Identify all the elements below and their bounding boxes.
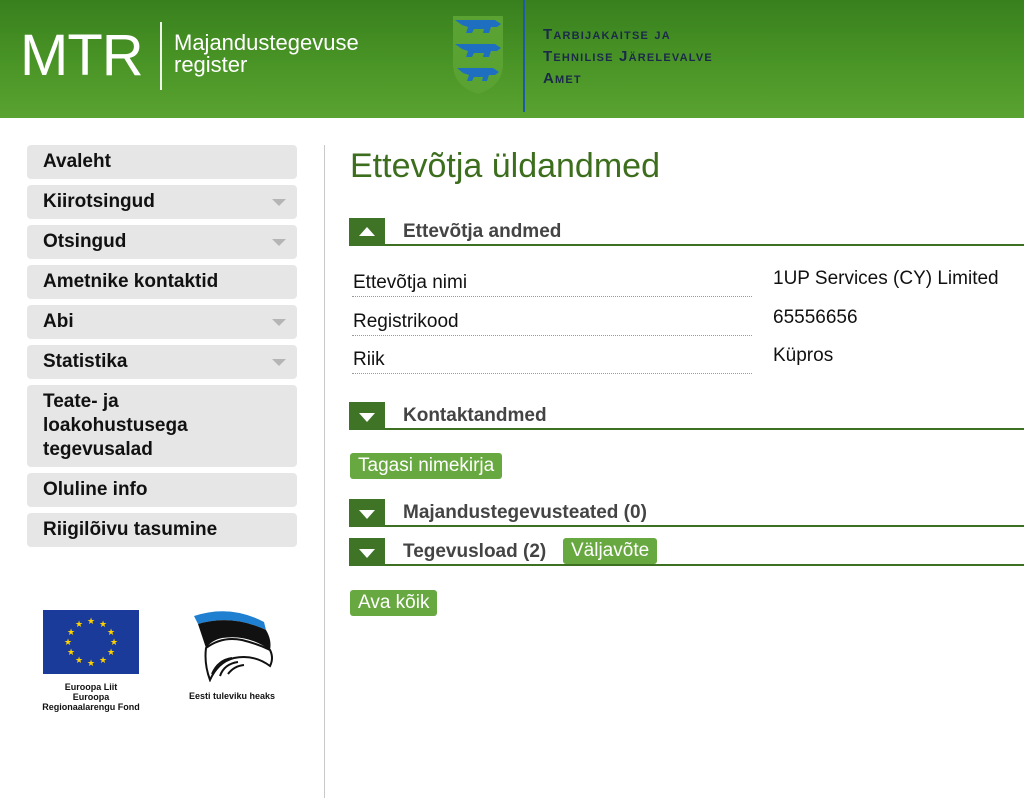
svg-text:★: ★ — [99, 620, 107, 630]
sidebar-item-label: Riigilõivu tasumine — [43, 519, 218, 540]
sidebar-item-ametnike-kontaktid[interactable]: Ametnike kontaktid — [27, 265, 297, 299]
sidebar-item-label: Statistika — [43, 351, 128, 372]
sidebar-item-abi[interactable]: Abi — [27, 305, 297, 339]
svg-text:★: ★ — [64, 638, 72, 648]
expand-toggle-button[interactable] — [349, 538, 385, 566]
field-value-company-name: 1UP Services (CY) Limited — [773, 268, 999, 289]
page-title: Ettevõtja üldandmed — [350, 147, 660, 185]
logo-subtitle: Majandustegevuse register — [174, 32, 359, 76]
field-value-registry-code: 65556656 — [773, 307, 858, 328]
sidebar-item-label: Kiirotsingud — [43, 191, 155, 212]
extract-button[interactable]: Väljavõte — [563, 538, 658, 564]
sidebar-item-riigiloivu-tasumine[interactable]: Riigilõivu tasumine — [27, 513, 297, 547]
section-kontaktandmed: Kontaktandmed — [349, 402, 1024, 430]
chevron-down-icon — [272, 199, 286, 206]
logo-subtitle-line1: Majandustegevuse — [174, 30, 359, 55]
section-tegevusload: Tegevusload (2) — [349, 538, 1024, 566]
field-label: Ettevõtja nimi — [353, 272, 468, 293]
logo-subtitle-line2: register — [174, 52, 248, 77]
agency-name-line3: Amet — [543, 70, 582, 87]
vertical-divider — [324, 145, 325, 798]
sidebar-item-avaleht[interactable]: Avaleht — [27, 145, 297, 179]
open-all-button[interactable]: Ava kõik — [350, 590, 438, 616]
section-title[interactable]: Kontaktandmed — [403, 404, 547, 428]
sidebar-item-statistika[interactable]: Statistika — [27, 345, 297, 379]
eu-caption-line3: Regionaalarengu Fond — [42, 702, 140, 712]
triangle-down-icon — [359, 549, 375, 558]
section-title[interactable]: Majandustegevusteated (0) — [403, 501, 647, 525]
agency-name[interactable]: Tarbijakaitse ja Tehnilise Järelevalve A… — [543, 24, 713, 90]
eu-flag-icon: ★ ★ ★ ★ ★ ★ ★ ★ ★ ★ ★ ★ — [43, 610, 139, 674]
eu-caption-line2: Euroopa — [72, 692, 110, 702]
agency-divider — [523, 0, 525, 112]
section-title[interactable]: Tegevusload (2) — [403, 540, 546, 564]
sidebar-nav: Avaleht Kiirotsingud Otsingud Ametnike k… — [27, 145, 297, 553]
expand-toggle-button[interactable] — [349, 499, 385, 527]
svg-text:★: ★ — [107, 628, 115, 638]
sidebar-item-oluline-info[interactable]: Oluline info — [27, 473, 297, 507]
chevron-down-icon — [272, 319, 286, 326]
svg-text:★: ★ — [67, 648, 75, 658]
svg-text:★: ★ — [87, 617, 95, 627]
triangle-down-icon — [359, 413, 375, 422]
agency-name-line2: Tehnilise Järelevalve — [543, 48, 713, 65]
svg-text:★: ★ — [75, 620, 83, 630]
agency-name-line1: Tarbijakaitse ja — [543, 26, 671, 43]
eu-regional-fund-logo: ★ ★ ★ ★ ★ ★ ★ ★ ★ ★ ★ ★ Euroopa Liit Eur… — [30, 610, 152, 712]
estonian-flag-wave-icon — [194, 611, 273, 683]
field-row-registry-code: Registrikood — [352, 306, 752, 336]
sidebar-item-label: Avaleht — [43, 151, 111, 172]
section-majandustegevusteated: Majandustegevusteated (0) — [349, 499, 1024, 527]
chevron-down-icon — [272, 359, 286, 366]
triangle-up-icon — [359, 227, 375, 236]
sidebar-item-label: Teate- ja loakohustusega tegevusalad — [43, 391, 188, 460]
sidebar-item-tegevusalad[interactable]: Teate- ja loakohustusega tegevusalad — [27, 385, 297, 467]
back-to-list-button[interactable]: Tagasi nimekirja — [350, 453, 503, 479]
field-value-country: Küpros — [773, 345, 834, 366]
eu-caption-line1: Euroopa Liit — [64, 682, 118, 692]
sidebar-item-label: Otsingud — [43, 231, 127, 252]
eesti-tuleviku-heaks-logo: Eesti tuleviku heaks — [180, 610, 284, 701]
expand-toggle-button[interactable] — [349, 402, 385, 430]
sidebar-item-label: Abi — [43, 311, 74, 332]
svg-text:★: ★ — [87, 659, 95, 669]
svg-text:★: ★ — [99, 656, 107, 666]
ee-logo-caption: Eesti tuleviku heaks — [188, 691, 276, 701]
section-title[interactable]: Ettevõtja andmed — [403, 220, 561, 244]
logo-divider — [160, 22, 162, 90]
field-row-company-name: Ettevõtja nimi — [352, 267, 752, 297]
svg-text:★: ★ — [67, 628, 75, 638]
section-ettevotja-andmed: Ettevõtja andmed — [349, 218, 1024, 246]
mtr-logo[interactable]: MTR — [20, 24, 144, 88]
field-label: Riik — [353, 349, 385, 370]
site-header: MTR Majandustegevuse register Tarbijakai… — [0, 0, 1024, 118]
svg-text:★: ★ — [110, 638, 118, 648]
eu-logo-caption: Euroopa Liit Euroopa Regionaalarengu Fon… — [30, 682, 152, 712]
chevron-down-icon — [272, 239, 286, 246]
collapse-toggle-button[interactable] — [349, 218, 385, 246]
sidebar-item-kiirotsingud[interactable]: Kiirotsingud — [27, 185, 297, 219]
triangle-down-icon — [359, 510, 375, 519]
estonian-three-lions-crest-icon — [453, 16, 503, 94]
svg-text:★: ★ — [107, 648, 115, 658]
field-row-country: Riik — [352, 344, 752, 374]
sidebar-item-label: Ametnike kontaktid — [43, 271, 219, 292]
field-label: Registrikood — [353, 311, 459, 332]
sidebar-item-label: Oluline info — [43, 479, 148, 500]
sidebar-item-otsingud[interactable]: Otsingud — [27, 225, 297, 259]
svg-text:★: ★ — [75, 656, 83, 666]
